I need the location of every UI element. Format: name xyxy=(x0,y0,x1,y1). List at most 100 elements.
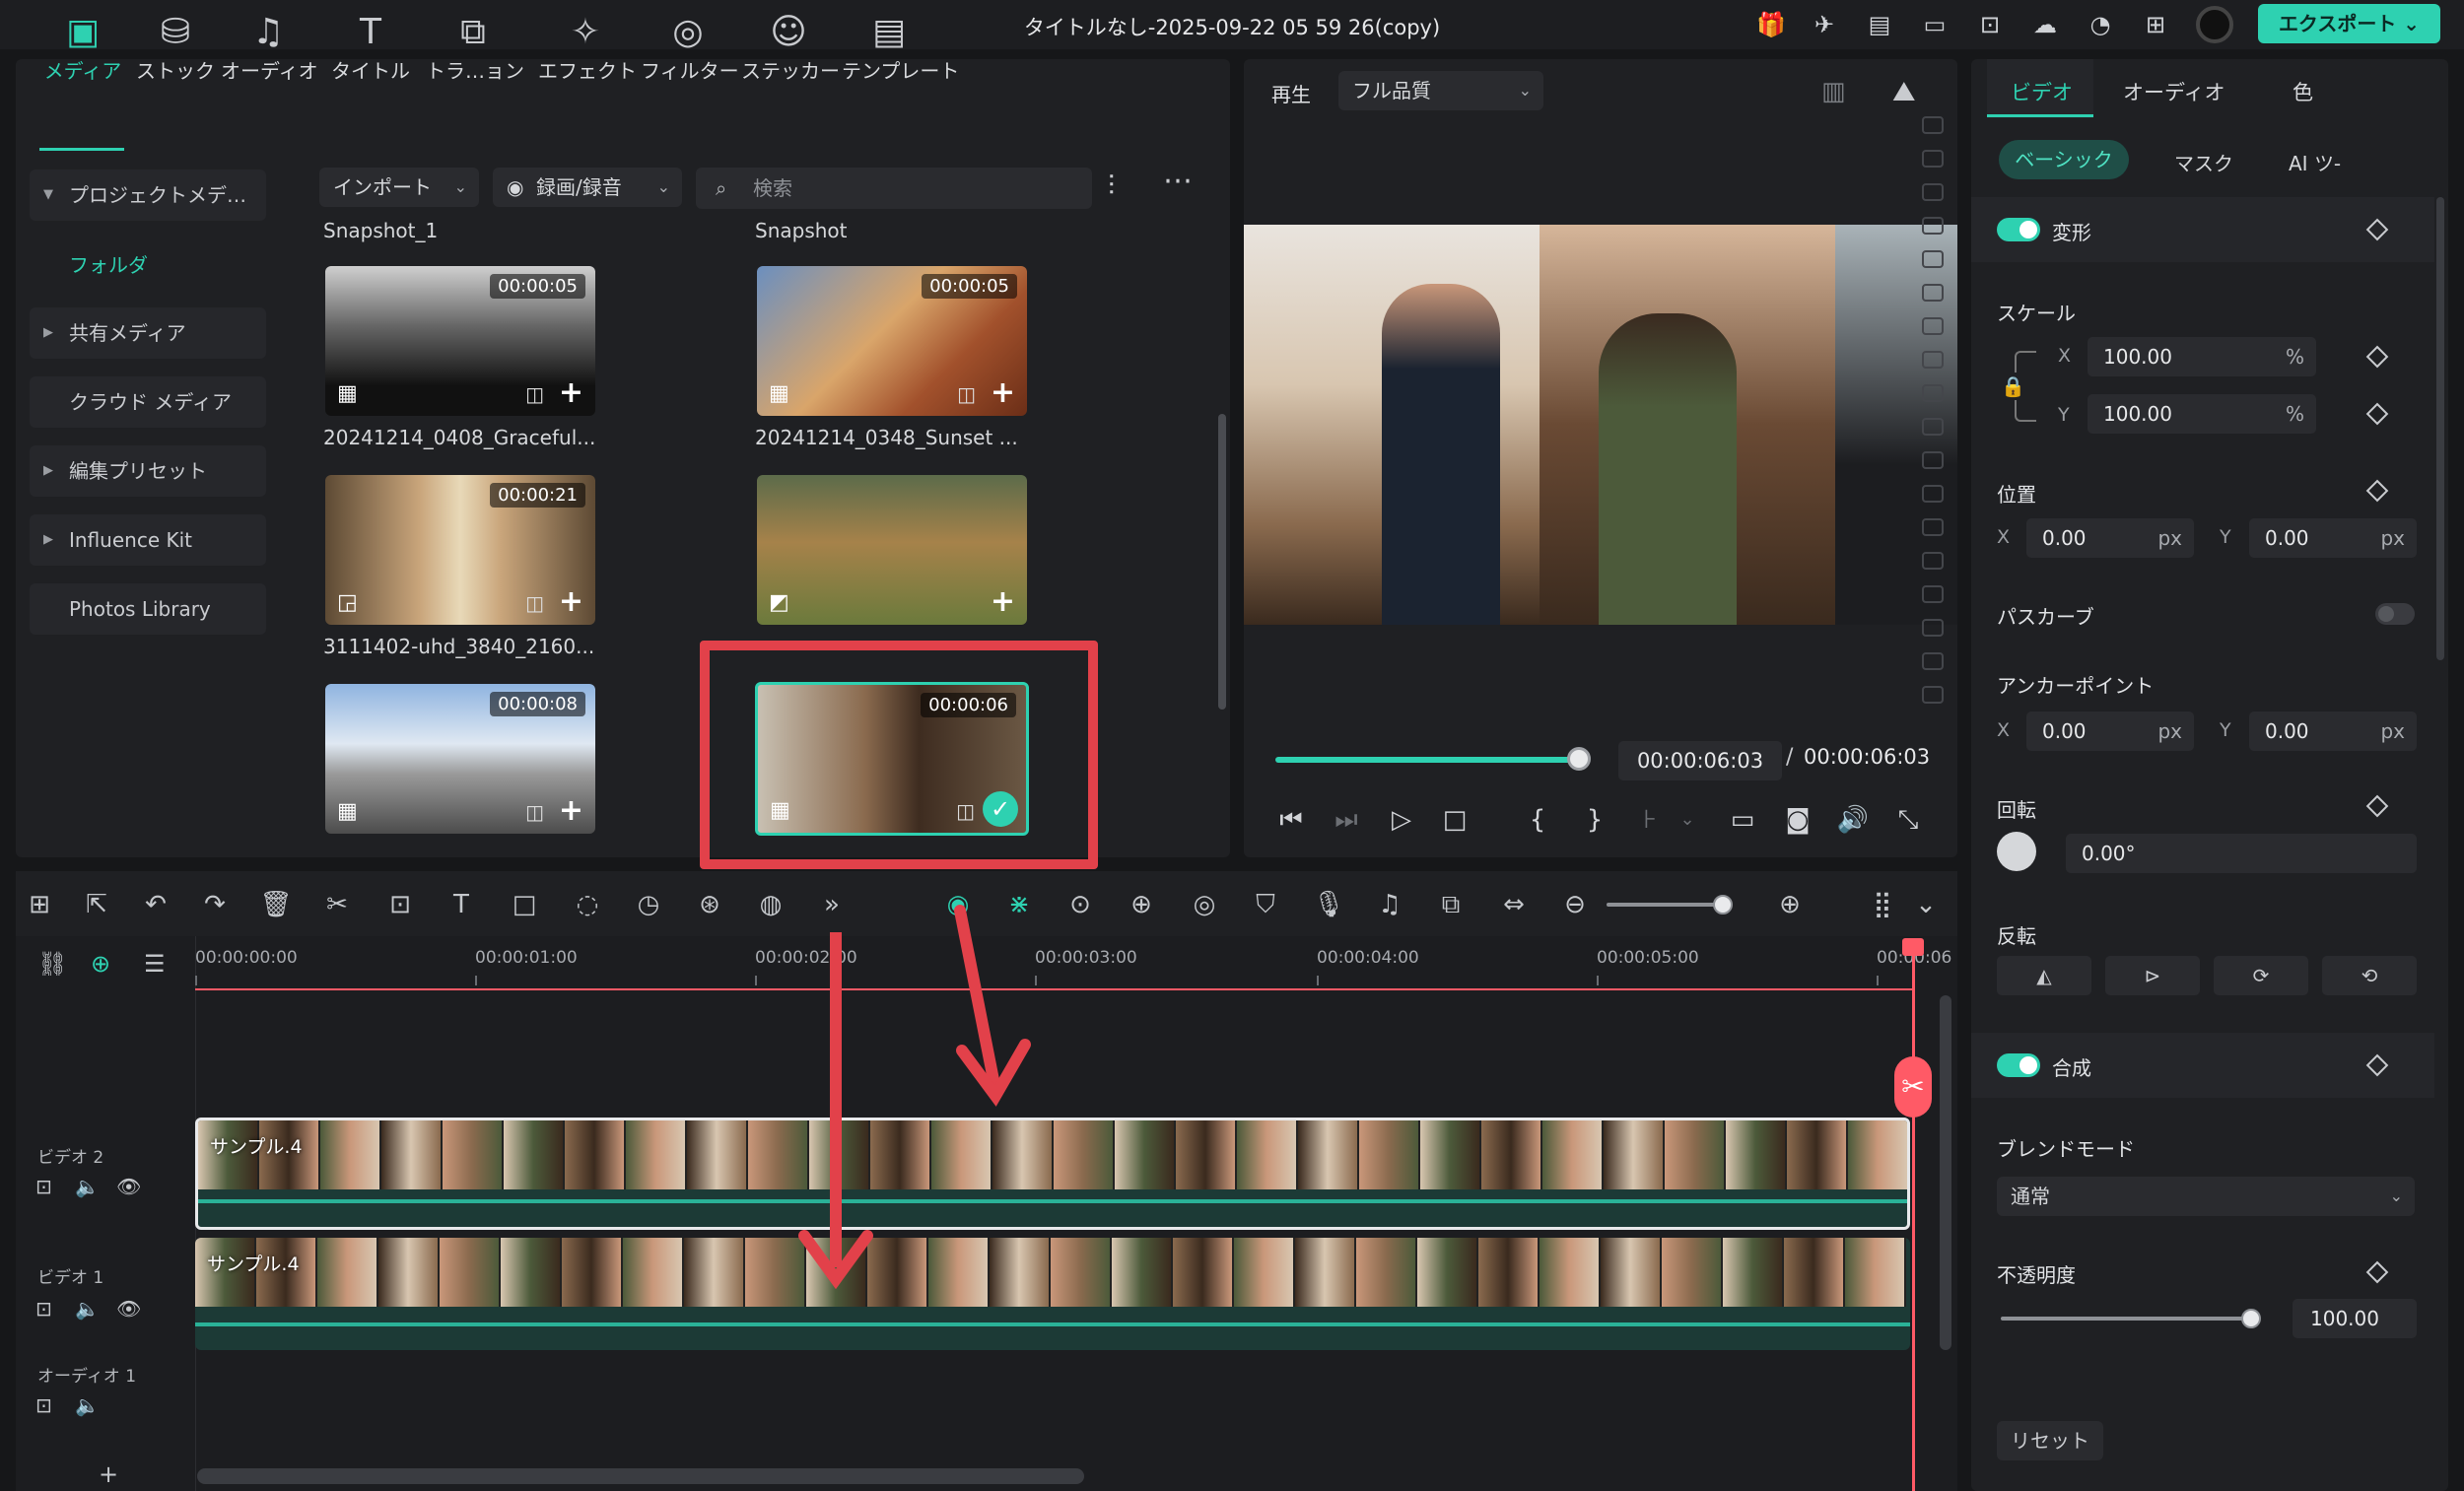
flip-vertical-icon[interactable]: ⊳ xyxy=(2105,956,2200,995)
audio-sync-icon[interactable]: ⊙ xyxy=(1062,887,1098,922)
fullscreen-icon[interactable]: ⤡ xyxy=(1890,802,1926,838)
delete-icon[interactable]: 🗑 xyxy=(258,887,294,922)
playback-progress[interactable] xyxy=(1275,757,1577,763)
sidebar-item-cloud-media[interactable]: クラウド メディア xyxy=(30,376,266,428)
timeline-hscroll[interactable] xyxy=(197,1468,1084,1484)
scale-x-input[interactable]: 100.00% xyxy=(2088,337,2316,376)
sidebar-item-influence-kit[interactable]: ▶ Influence Kit xyxy=(30,514,266,566)
save-icon[interactable]: ⊡ xyxy=(1975,10,2005,39)
gift-icon[interactable]: 🎁 xyxy=(1756,10,1786,39)
eye-icon[interactable]: 👁 xyxy=(116,1297,141,1321)
mic-icon[interactable]: 🎙 xyxy=(1311,887,1346,922)
prev-frame-icon[interactable]: ⏮ xyxy=(1273,802,1309,838)
tab-video[interactable]: ビデオ xyxy=(2011,77,2073,106)
layout-icon[interactable]: ⣿ xyxy=(1865,887,1900,922)
tab-media[interactable]: ▣ メディア xyxy=(35,10,130,84)
replace-icon[interactable]: ⧉ xyxy=(1433,887,1469,922)
tab-audio[interactable]: ♫ オーディオ xyxy=(221,10,318,84)
lock-icon[interactable]: 🔒 xyxy=(2001,374,2025,398)
avatar[interactable] xyxy=(2196,6,2233,43)
rotate-left-icon[interactable]: ⟲ xyxy=(2322,956,2417,995)
tab-audio[interactable]: オーディオ xyxy=(2123,77,2225,106)
volume-icon[interactable]: 🔈 xyxy=(75,1297,100,1321)
volume-icon[interactable]: 🔊 xyxy=(1835,802,1871,838)
video-clip-track-1[interactable]: サンプル.4 xyxy=(195,1238,1910,1350)
insert-icon[interactable]: ⊦ xyxy=(1632,802,1668,838)
timeline-vscroll[interactable] xyxy=(1940,995,1951,1350)
cut-icon[interactable]: ✂ xyxy=(319,887,355,922)
scale-y-input[interactable]: 100.00% xyxy=(2088,394,2316,434)
fit-icon[interactable]: ⇔ xyxy=(1496,887,1532,922)
subtab-ai-tools[interactable]: AI ツ- xyxy=(2289,148,2341,176)
rotation-input[interactable]: 0.00° xyxy=(2066,834,2417,873)
eye-icon[interactable]: 👁 xyxy=(116,1175,141,1198)
flip-horizontal-icon[interactable]: ◭ xyxy=(1997,956,2091,995)
filter-sort-icon[interactable]: ⫶ xyxy=(1108,169,1115,203)
rotation-dial[interactable] xyxy=(1997,832,2036,871)
add-icon[interactable]: + xyxy=(991,375,1015,410)
add-icon[interactable]: + xyxy=(559,375,583,410)
tab-effect[interactable]: ✧ エフェクト xyxy=(538,10,637,84)
ai-icon[interactable]: ◍ xyxy=(753,887,788,922)
unlink-icon[interactable]: ⛓ xyxy=(37,950,67,978)
add-effect-icon[interactable]: ⊕ xyxy=(1124,887,1159,922)
tab-title[interactable]: T タイトル xyxy=(323,10,418,84)
snapshot-image-icon[interactable]: ⛰ xyxy=(1892,75,1916,108)
cloud-icon[interactable]: ☁ xyxy=(2030,10,2060,39)
shape-icon[interactable]: □ xyxy=(507,887,542,922)
add-track-icon[interactable]: + xyxy=(99,1460,118,1488)
opacity-slider[interactable] xyxy=(2001,1317,2253,1321)
reset-button[interactable]: リセット xyxy=(1997,1421,2103,1460)
camera-icon[interactable]: ◙ xyxy=(1780,802,1815,838)
playhead[interactable] xyxy=(1912,942,1915,1491)
stop-icon[interactable]: □ xyxy=(1437,802,1472,838)
video-preview[interactable] xyxy=(1244,225,1957,625)
anchor-y-input[interactable]: 0.00 px xyxy=(2249,712,2417,751)
video-clip-track-2[interactable]: サンプル.4 xyxy=(195,1118,1910,1230)
media-thumb[interactable]: 00:00:05 ▦ ◫ + xyxy=(757,266,1027,416)
play-icon[interactable]: ▷ xyxy=(1384,802,1419,838)
color-icon[interactable]: ⊛ xyxy=(692,887,727,922)
tab-transition[interactable]: ⧉ トラ…ョン xyxy=(426,10,524,84)
split-scissors-icon[interactable]: ✂ xyxy=(1894,1056,1932,1118)
tab-sticker[interactable]: ☺ ステッカー xyxy=(741,10,840,84)
zoom-in-icon[interactable]: ⊕ xyxy=(1772,887,1808,922)
grid-icon[interactable]: ⊞ xyxy=(22,887,57,922)
anchor-x-input[interactable]: 0.00 px xyxy=(2026,712,2194,751)
lock-icon[interactable]: ⊡ xyxy=(35,1393,52,1417)
lock-icon[interactable]: ⊡ xyxy=(35,1297,52,1321)
path-curve-toggle[interactable] xyxy=(2375,603,2415,625)
add-icon[interactable]: + xyxy=(559,584,583,619)
media-thumb[interactable]: 00:00:21 ◲ ◫ + xyxy=(325,475,595,625)
media-thumb[interactable]: 00:00:08 ▦ ◫ + xyxy=(325,684,595,834)
opacity-input[interactable]: 100.00 xyxy=(2293,1299,2417,1338)
text-icon[interactable]: T xyxy=(444,887,479,922)
playback-knob[interactable] xyxy=(1567,747,1591,771)
add-icon[interactable]: + xyxy=(559,793,583,828)
quality-dropdown[interactable]: フル品質 ⌄ xyxy=(1338,71,1543,110)
sidebar-item-photos-library[interactable]: Photos Library xyxy=(30,583,266,635)
lock-icon[interactable]: ⊡ xyxy=(35,1175,52,1198)
zoom-out-icon[interactable]: ⊖ xyxy=(1557,887,1593,922)
chevron-down-icon[interactable]: ⌄ xyxy=(1670,802,1705,838)
select-icon[interactable]: ⇱ xyxy=(79,887,114,922)
tab-stock[interactable]: ⛁ ストック xyxy=(128,10,223,84)
position-y-input[interactable]: 0.00 px xyxy=(2249,518,2417,558)
next-frame-icon[interactable]: ⏭ xyxy=(1329,802,1364,838)
import-dropdown[interactable]: インポート ⌄ xyxy=(319,168,479,207)
dropdown-icon[interactable]: ⌄ xyxy=(1908,887,1944,922)
add-icon[interactable]: + xyxy=(991,584,1015,619)
search-input[interactable]: ⌕ 検索 xyxy=(696,168,1092,209)
more-icon[interactable]: » xyxy=(814,887,850,922)
link-icon[interactable]: ⊕ xyxy=(91,950,110,978)
record-dropdown[interactable]: ◉ 録画/録音 ⌄ xyxy=(493,168,682,207)
composite-toggle[interactable] xyxy=(1997,1053,2040,1077)
crop-icon[interactable]: ⊡ xyxy=(382,887,418,922)
mark-in-icon[interactable]: { xyxy=(1520,802,1555,838)
audio-mix-icon[interactable]: ♫ xyxy=(1372,887,1407,922)
subtab-basic[interactable]: ベーシック xyxy=(1999,140,2129,179)
mask-icon[interactable]: ◌ xyxy=(570,887,605,922)
playhead-handle[interactable] xyxy=(1902,938,1924,956)
motion-icon[interactable]: ◎ xyxy=(1187,887,1222,922)
sidebar-item-folder[interactable]: フォルダ xyxy=(69,249,148,278)
